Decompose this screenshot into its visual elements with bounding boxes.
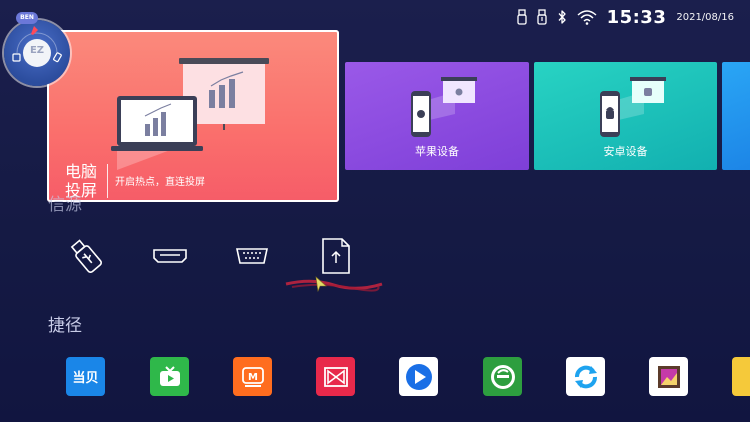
mango-tv-icon: M [241,366,264,387]
extra-device-card[interactable] [722,62,750,170]
yellow-app[interactable] [732,357,750,396]
tv-app[interactable] [150,357,189,396]
vga-icon[interactable] [230,234,274,278]
bowtie-app[interactable] [316,357,355,396]
gallery-icon [657,365,680,388]
dangbei-app-label: 当贝 [72,371,99,386]
green-e-app[interactable] [483,357,522,396]
mango-tv-app[interactable]: M [233,357,272,396]
tv-icon [159,365,180,386]
clock: 15:33 [606,6,667,28]
brand-badge: BEN [16,12,38,24]
refresh-app[interactable] [566,357,605,396]
file-upload-icon[interactable] [314,234,358,278]
usb-icon-2 [536,9,547,25]
wifi-icon [577,9,597,25]
video-player-app[interactable] [399,357,438,396]
shortcuts-section-title: 捷径 [48,316,82,336]
hdmi-icon[interactable] [148,234,192,278]
android-device-card[interactable]: 安卓设备 [534,62,717,170]
pc-cast-card[interactable]: 电脑 投屏 开启热点，直连投屏 [47,30,339,202]
status-bar: 15:33 2021/08/16 [516,6,734,28]
e-logo-icon [490,364,515,389]
dangbei-app[interactable]: 当贝 [66,357,105,396]
ez-float-widget[interactable]: EZ BEN [4,12,70,86]
gallery-app[interactable] [649,357,688,396]
apple-device-card[interactable]: 苹果设备 [345,62,529,170]
bowtie-icon [323,366,348,387]
focus-highlight [285,276,383,293]
date: 2021/08/16 [676,11,734,23]
divider [107,164,108,198]
pc-cast-subtitle: 开启热点，直连投屏 [115,177,205,188]
play-icon [405,363,432,390]
source-section-title: 信源 [48,195,82,215]
svg-text:M: M [248,372,258,383]
refresh-icon [574,365,597,388]
usb-icon [516,9,527,25]
ez-label: EZ [29,45,45,56]
bluetooth-icon [557,9,567,25]
apple-device-label: 苹果设备 [415,145,459,158]
usb-drive-icon[interactable] [64,234,108,278]
android-device-label: 安卓设备 [603,145,648,158]
